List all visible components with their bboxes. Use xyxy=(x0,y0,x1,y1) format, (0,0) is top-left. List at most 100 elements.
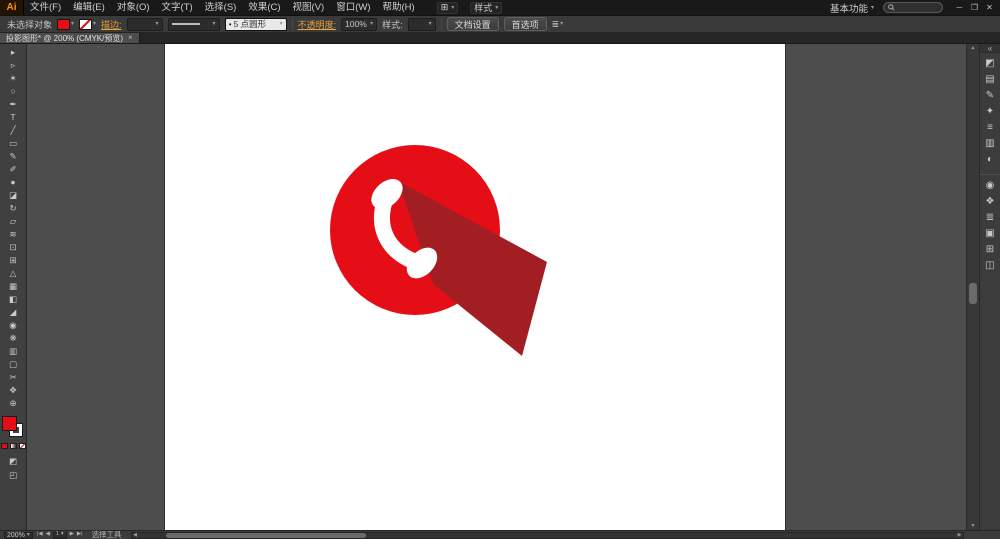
fill-color-control[interactable]: ▾ xyxy=(57,19,74,30)
fill-stroke-indicator[interactable] xyxy=(3,417,23,437)
color-mode-button[interactable] xyxy=(1,443,8,449)
minimize-button[interactable]: ─ xyxy=(952,0,967,15)
width-profile-combo[interactable]: ▾ xyxy=(168,18,220,31)
stroke-color-control[interactable]: ▾ xyxy=(79,19,96,30)
free-transform-tool[interactable]: ⊡ xyxy=(1,241,26,254)
column-graph-tool[interactable]: ▥ xyxy=(1,345,26,358)
next-artboard-button[interactable]: ▶ xyxy=(70,532,74,538)
artboard-tool[interactable]: ▢ xyxy=(1,358,26,371)
menu-window[interactable]: 窗口(W) xyxy=(330,0,376,15)
document-tab[interactable]: 投影图形* @ 200% (CMYK/预览) × xyxy=(0,33,140,43)
fill-indicator-swatch[interactable] xyxy=(3,417,16,430)
scroll-right-icon[interactable]: ▶ xyxy=(956,533,963,538)
direct-selection-tool[interactable]: ▹ xyxy=(1,59,26,72)
panel-menu-button[interactable]: ≣ ▾ xyxy=(552,19,564,30)
previous-artboard-button[interactable]: ◀ xyxy=(46,532,50,538)
rotate-tool[interactable]: ↻ xyxy=(1,202,26,215)
horizontal-scrollbar[interactable]: ◀ ▶ xyxy=(131,532,964,539)
stroke-color-swatch[interactable] xyxy=(79,19,92,30)
search-input[interactable] xyxy=(898,3,938,12)
workspace-switcher[interactable]: 基本功能 ▾ xyxy=(830,1,874,15)
scroll-up-icon[interactable]: ▲ xyxy=(967,44,979,52)
menu-object[interactable]: 对象(O) xyxy=(111,0,156,15)
restore-button[interactable]: ❐ xyxy=(967,0,982,15)
color-panel[interactable]: ◩ xyxy=(981,56,1000,72)
pencil-tool[interactable]: ✐ xyxy=(1,163,26,176)
menu-help[interactable]: 帮助(H) xyxy=(377,0,421,15)
first-artboard-button[interactable]: |◀ xyxy=(37,532,43,538)
search-box[interactable] xyxy=(883,2,943,13)
scroll-left-icon[interactable]: ◀ xyxy=(132,533,139,538)
layers-panel[interactable]: ≣ xyxy=(981,210,1000,226)
preferences-button[interactable]: 首选项 xyxy=(504,17,547,31)
transparency-panel[interactable]: ◐ xyxy=(981,152,1000,168)
symbols-panel[interactable]: ✦ xyxy=(981,104,1000,120)
gradient-tool[interactable]: ◧ xyxy=(1,293,26,306)
hand-tool[interactable]: ✥ xyxy=(1,384,26,397)
artboards-panel[interactable]: ▣ xyxy=(981,226,1000,242)
scroll-down-icon[interactable]: ▼ xyxy=(967,522,979,530)
drawing-mode-button[interactable]: ◩ xyxy=(1,454,26,468)
perspective-grid-tool[interactable]: △ xyxy=(1,267,26,280)
vertical-scrollbar[interactable]: ▲ ▼ xyxy=(966,44,979,530)
stroke-panel-link[interactable]: 描边: xyxy=(101,18,122,31)
artboard-number-combo[interactable]: 1 ▾ xyxy=(53,532,67,539)
opacity-panel-link[interactable]: 不透明度: xyxy=(298,18,337,31)
pen-tool[interactable]: ✒ xyxy=(1,98,26,111)
opacity-combo[interactable]: 100% ▾ xyxy=(341,18,377,31)
slice-tool[interactable]: ✂ xyxy=(1,371,26,384)
pathfinder-panel[interactable]: ◫ xyxy=(981,258,1000,274)
vertical-scrollbar-thumb[interactable] xyxy=(969,283,977,304)
blob-brush-tool[interactable]: ● xyxy=(1,176,26,189)
align-panel[interactable]: ⊞ xyxy=(981,242,1000,258)
menu-type[interactable]: 文字(T) xyxy=(156,0,199,15)
blend-tool[interactable]: ◉ xyxy=(1,319,26,332)
gradient-panel[interactable]: ▥ xyxy=(981,136,1000,152)
menu-effect[interactable]: 效果(C) xyxy=(242,0,286,15)
lasso-tool[interactable]: ○ xyxy=(1,85,26,98)
mesh-tool[interactable]: ▦ xyxy=(1,280,26,293)
stroke-panel[interactable]: ≡ xyxy=(981,120,1000,136)
appearance-panel[interactable]: ◉ xyxy=(981,174,1000,194)
zoom-level-combo[interactable]: 200% ▾ xyxy=(4,532,33,539)
phone-logo-artwork[interactable] xyxy=(165,44,785,530)
screen-mode-button[interactable]: ◰ xyxy=(1,468,26,482)
brushes-panel[interactable]: ✎ xyxy=(981,88,1000,104)
canvas-pasteboard[interactable] xyxy=(27,44,966,530)
graphic-styles-panel[interactable]: ❖ xyxy=(981,194,1000,210)
stroke-width-combo[interactable]: ▾ xyxy=(127,18,163,31)
paintbrush-tool[interactable]: ✎ xyxy=(1,150,26,163)
brush-bullet-icon: • xyxy=(229,19,232,29)
selection-tool[interactable]: ▸ xyxy=(1,46,26,59)
style-dropdown[interactable]: 样式 ▾ xyxy=(470,2,502,14)
none-mode-button[interactable] xyxy=(19,443,26,449)
swatches-panel[interactable]: ▤ xyxy=(981,72,1000,88)
menu-edit[interactable]: 编辑(E) xyxy=(67,0,111,15)
rectangle-tool[interactable]: ▭ xyxy=(1,137,26,150)
arrange-documents-button[interactable]: ⊞ ▾ xyxy=(437,2,459,14)
menu-view[interactable]: 视图(V) xyxy=(287,0,331,15)
fill-color-swatch[interactable] xyxy=(57,19,70,30)
line-segment-tool[interactable]: ╱ xyxy=(1,124,26,137)
brush-definition-combo[interactable]: • 5 点圆形 ▾ xyxy=(225,18,287,31)
zoom-tool[interactable]: ⊕ xyxy=(1,397,26,410)
symbol-sprayer-tool[interactable]: ❋ xyxy=(1,332,26,345)
horizontal-scrollbar-thumb[interactable] xyxy=(166,533,366,538)
scale-tool[interactable]: ▱ xyxy=(1,215,26,228)
gradient-mode-button[interactable] xyxy=(10,443,17,449)
magic-wand-tool[interactable]: ✶ xyxy=(1,72,26,85)
eyedropper-tool[interactable]: ◢ xyxy=(1,306,26,319)
type-tool[interactable]: T xyxy=(1,111,26,124)
close-button[interactable]: ✕ xyxy=(982,0,997,15)
eraser-tool[interactable]: ◪ xyxy=(1,189,26,202)
shape-builder-tool[interactable]: ⊞ xyxy=(1,254,26,267)
expand-panels-icon[interactable]: « xyxy=(980,44,1000,53)
width-tool[interactable]: ≋ xyxy=(1,228,26,241)
menu-file[interactable]: 文件(F) xyxy=(24,0,67,15)
last-artboard-button[interactable]: ▶| xyxy=(77,532,83,538)
style-combo[interactable]: ▾ xyxy=(408,18,436,31)
document-setup-button[interactable]: 文档设置 xyxy=(447,17,499,31)
tab-close-icon[interactable]: × xyxy=(128,34,133,42)
menu-select[interactable]: 选择(S) xyxy=(199,0,243,15)
artboard[interactable] xyxy=(165,44,785,530)
